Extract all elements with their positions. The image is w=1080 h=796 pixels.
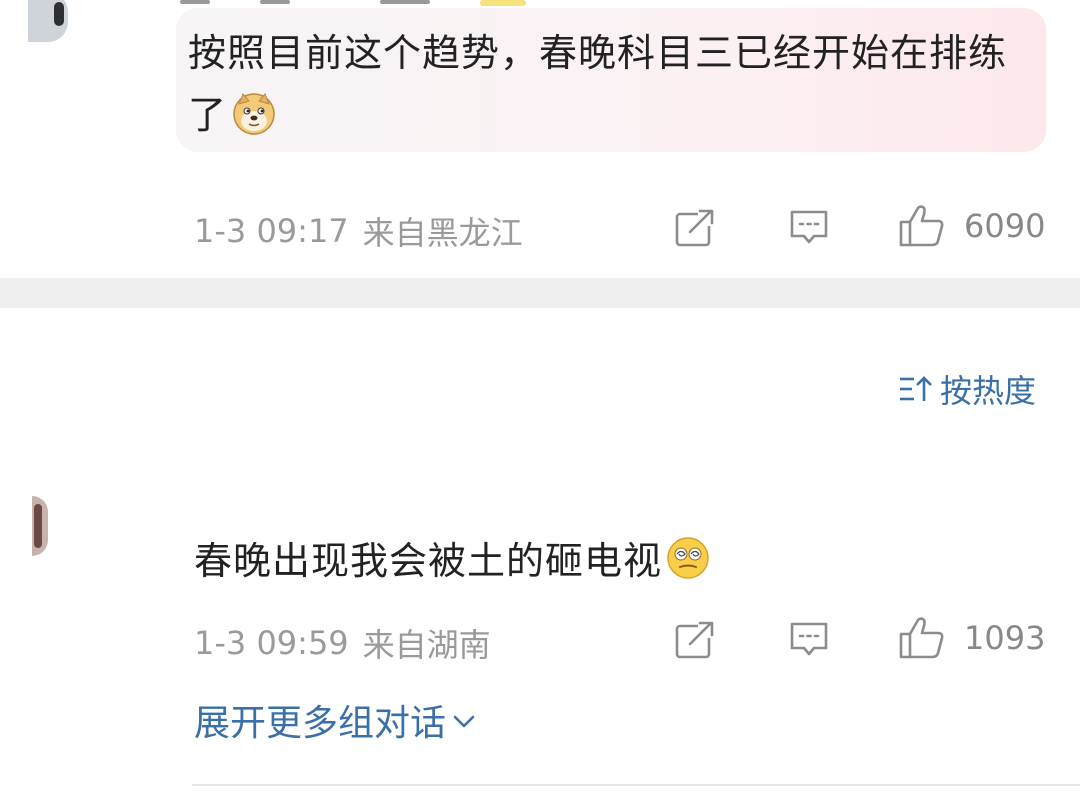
expand-more-conversations-link[interactable]: 展开更多组对话 xyxy=(194,694,476,746)
username-row-clipped xyxy=(180,0,580,8)
comment-location: 来自湖南 xyxy=(362,626,491,664)
like-count: 6090 xyxy=(964,207,1046,245)
sort-label: 按热度 xyxy=(939,372,1036,410)
doge-emoji xyxy=(231,90,277,136)
comment-meta: 1-3 09:17 来自黑龙江 xyxy=(194,208,523,254)
comment-card-1: 按照目前这个趋势，春晚科目三已经开始在排练了 1-3 09:17 来自黑龙江 6… xyxy=(0,0,1080,280)
like-button[interactable]: 6090 xyxy=(898,204,1045,248)
comment-bubble[interactable]: 按照目前这个趋势，春晚科目三已经开始在排练了 xyxy=(176,8,1046,152)
share-button[interactable] xyxy=(674,620,716,660)
like-count: 1093 xyxy=(964,619,1046,657)
dizzy-face-emoji xyxy=(666,536,710,580)
comment-time: 1-3 09:59 xyxy=(194,624,349,662)
share-icon xyxy=(675,208,716,247)
comment-text-content: 按照目前这个趋势，春晚科目三已经开始在排练了 xyxy=(188,31,1008,137)
section-divider xyxy=(0,278,1080,308)
avatar[interactable] xyxy=(32,496,48,556)
sort-icon xyxy=(899,376,932,401)
row-divider xyxy=(192,784,1080,786)
thumbs-up-icon xyxy=(899,205,944,247)
expand-label: 展开更多组对话 xyxy=(194,703,447,744)
comment-location: 来自黑龙江 xyxy=(362,214,523,252)
comment-text-content: 春晚出现我会被土的砸电视 xyxy=(194,539,663,583)
comment-button[interactable] xyxy=(788,620,830,660)
chevron-down-icon xyxy=(453,715,475,728)
comment-button[interactable] xyxy=(788,208,830,248)
sort-by-hot-button[interactable]: 按热度 xyxy=(898,366,1036,412)
thumbs-up-icon xyxy=(899,617,944,659)
comment-text: 按照目前这个趋势，春晚科目三已经开始在排练了 xyxy=(188,22,1032,146)
comment-text: 春晚出现我会被土的砸电视 xyxy=(194,532,710,590)
comment-icon xyxy=(790,210,828,244)
comment-icon xyxy=(790,622,828,656)
like-button[interactable]: 1093 xyxy=(898,616,1045,660)
avatar[interactable] xyxy=(28,0,68,42)
share-button[interactable] xyxy=(674,208,716,248)
comment-time: 1-3 09:17 xyxy=(194,212,349,250)
comment-meta: 1-3 09:59 来自湖南 xyxy=(194,620,491,666)
share-icon xyxy=(675,620,716,659)
